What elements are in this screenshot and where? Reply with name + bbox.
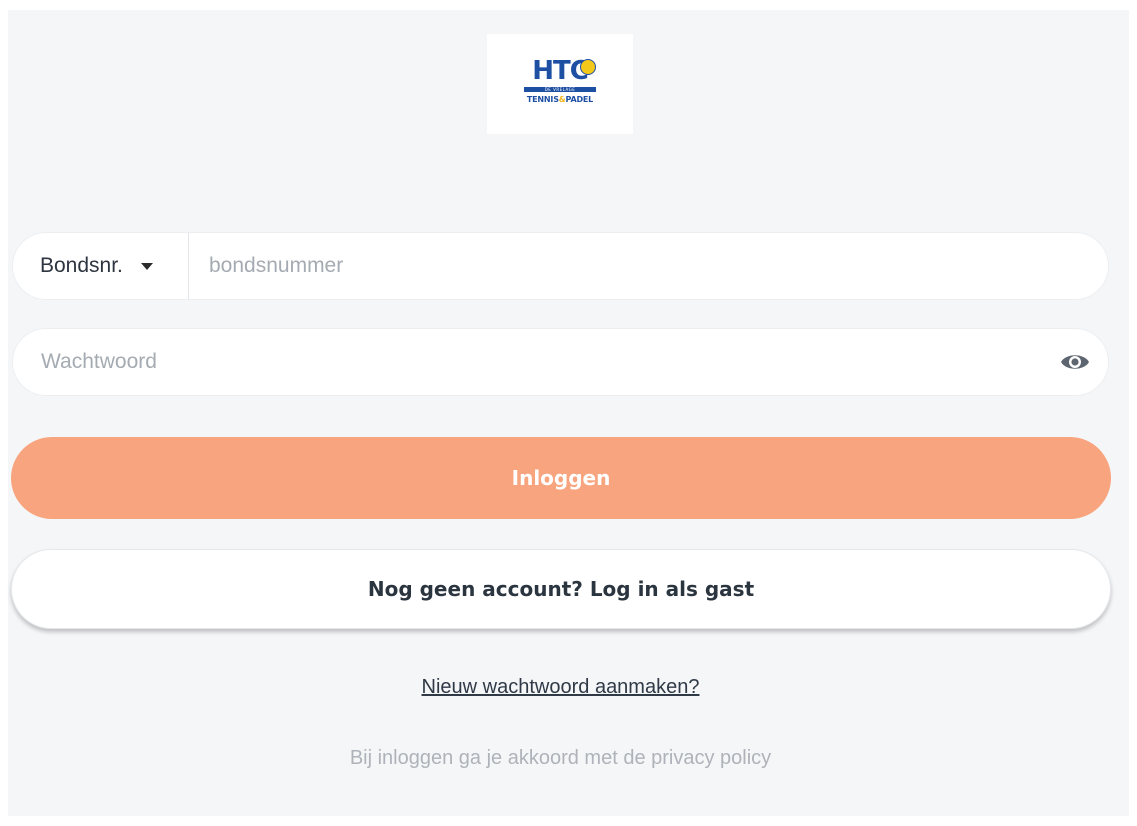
logo-stripe: DE VRELAGE: [524, 87, 596, 92]
eye-icon[interactable]: [1060, 348, 1090, 376]
logo-subtitle: TENNIS&PADEL: [516, 95, 604, 104]
privacy-note: Bij inloggen ga je akkoord met de privac…: [349, 747, 772, 769]
reset-password-row: Nieuw wachtwoord aanmaken?: [8, 676, 1113, 699]
logo-subtitle-left: TENNIS: [526, 95, 559, 104]
reset-password-link[interactable]: Nieuw wachtwoord aanmaken?: [422, 676, 700, 698]
login-button[interactable]: Inloggen: [11, 437, 1111, 519]
password-input[interactable]: [41, 329, 1051, 395]
club-logo: HTC DE VRELAGE TENNIS&PADEL: [487, 34, 633, 134]
id-type-select[interactable]: Bondsnr.: [13, 233, 189, 299]
bondsnummer-input[interactable]: [209, 233, 1089, 299]
bondsnummer-field: Bondsnr.: [12, 232, 1109, 300]
guest-login-button[interactable]: Nog geen account? Log in als gast: [11, 549, 1111, 629]
logo-subtitle-amp: &: [558, 95, 566, 104]
login-screen: HTC DE VRELAGE TENNIS&PADEL Bondsnr. Inl…: [8, 10, 1129, 816]
tennis-ball-icon: [580, 59, 596, 75]
caret-down-icon: [140, 262, 153, 270]
id-type-selected: Bondsnr.: [40, 254, 123, 277]
htc-logo: HTC DE VRELAGE TENNIS&PADEL: [516, 56, 604, 112]
password-field: [12, 328, 1109, 396]
logo-subtitle-right: PADEL: [565, 95, 594, 104]
